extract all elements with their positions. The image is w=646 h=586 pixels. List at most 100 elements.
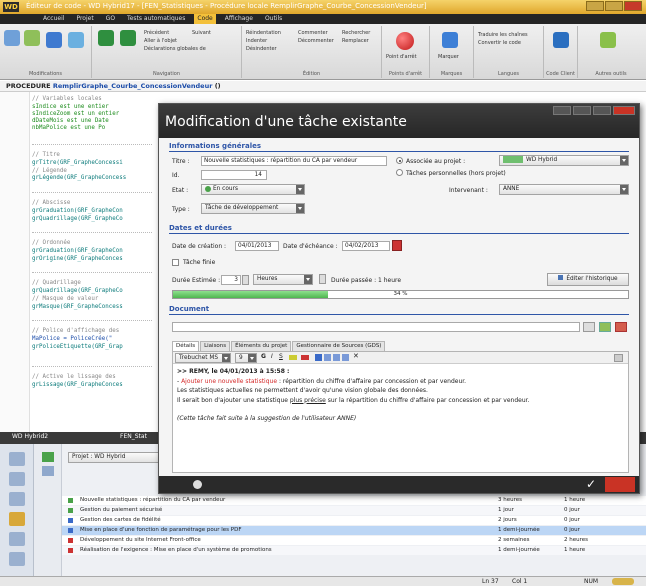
ribbon-tab[interactable]: Tests automatiques [124, 14, 188, 24]
personal-tasks-radio[interactable] [396, 169, 403, 176]
document-path-field[interactable] [172, 322, 580, 332]
code-line[interactable]: grGraduation(GRF_GrapheCon [32, 248, 123, 254]
tab-links[interactable]: Liaisons [200, 341, 231, 351]
code-line[interactable]: grOrigine(GRF_GrapheConces [32, 256, 123, 262]
state-combo[interactable]: En cours [201, 184, 305, 195]
calendar-icon[interactable] [9, 532, 25, 546]
justify-icon[interactable] [342, 354, 349, 361]
task-row[interactable]: Gestion des cartes de fidélité 2 jours 0 j… [62, 516, 646, 525]
align-center-icon[interactable] [324, 354, 331, 361]
code-line[interactable]: grQuadrillage(GRF_GrapheCo [32, 288, 123, 294]
browse-icon[interactable] [583, 322, 595, 332]
italic-button[interactable]: I [271, 353, 273, 360]
ribbon-tab[interactable]: Outils [262, 14, 285, 24]
dialog-menu-button[interactable] [553, 106, 571, 115]
associated-project-radio[interactable] [396, 157, 403, 164]
user-icon[interactable] [9, 512, 25, 526]
settings-icon[interactable] [9, 552, 25, 566]
estimated-spinner[interactable] [242, 275, 249, 285]
code-line[interactable]: grLégende(GRF_GrapheConcess [32, 175, 126, 181]
maximize-button[interactable] [605, 1, 623, 11]
align-right-icon[interactable] [333, 354, 340, 361]
goto-object-icon[interactable] [98, 30, 114, 46]
validate-button[interactable]: ✓ [581, 477, 601, 492]
ajax-icon[interactable] [600, 32, 616, 48]
code-line[interactable]: // Variables locales [32, 96, 102, 102]
code-line[interactable]: // Active le lissage des [32, 374, 116, 380]
ribbon-tab-active[interactable]: Code [194, 14, 216, 24]
help-icon[interactable] [193, 480, 202, 489]
code-line[interactable]: // Abscisse [32, 200, 70, 206]
task-row[interactable]: Développement du site Internet Front-off… [62, 536, 646, 545]
task-row[interactable]: Nouvelle statistiques : répartition du C… [62, 496, 646, 505]
minimize-button[interactable] [586, 1, 604, 11]
dialog-minimize-button[interactable] [573, 106, 591, 115]
pane-title-right[interactable]: FEN_Stat [120, 433, 147, 440]
bold-button[interactable]: G [261, 353, 266, 360]
undo-icon[interactable] [4, 30, 20, 46]
due-date-field[interactable]: 04/02/2013 [342, 241, 390, 251]
code-line[interactable]: dDateMois est une Date [32, 118, 109, 124]
search-button[interactable]: Rechercher [342, 30, 370, 36]
close-window-button[interactable] [624, 1, 642, 11]
convert-code-button[interactable]: Convertir le code [478, 40, 521, 46]
reindent-button[interactable]: Réindentation [246, 30, 281, 36]
task-list-icon[interactable] [9, 472, 25, 486]
declarations-button[interactable]: Déclarations globales de [144, 46, 206, 52]
code-line[interactable]: grQuadrillage(GRF_GrapheCo [32, 216, 123, 222]
text-color-icon[interactable] [301, 355, 309, 360]
created-date-field[interactable]: 04/01/2013 [235, 241, 279, 251]
type-combo[interactable]: Tâche de développement [201, 203, 305, 214]
tab-details[interactable]: Détails [172, 341, 200, 351]
calendar-picker-icon[interactable] [392, 240, 402, 251]
task-row[interactable]: Réalisation de l'exigence : Mise en plac… [62, 546, 646, 555]
dialog-close-button[interactable] [613, 106, 635, 115]
title-field[interactable]: Nouvelle statistiques : répartition du C… [201, 156, 387, 166]
ribbon-tab[interactable]: Projet [73, 14, 96, 24]
underline-button[interactable]: S [279, 353, 283, 360]
code-line[interactable]: nbMaPolice est une Po [32, 125, 105, 131]
code-line[interactable]: sIndiceZoom est un entier [32, 111, 119, 117]
filter-icon[interactable] [42, 466, 54, 476]
new-code-icon[interactable] [553, 32, 569, 48]
replace-button[interactable]: Remplacer [342, 38, 369, 44]
code-line[interactable]: MaPolice = PoliceCrée(" [32, 336, 112, 342]
code-line[interactable]: sIndice est une entier [32, 104, 109, 110]
elapsed-spinner[interactable] [319, 274, 326, 284]
uncomment-button[interactable]: Décommenter [298, 38, 334, 44]
play-icon[interactable] [42, 452, 54, 462]
breakpoint-icon[interactable] [396, 32, 414, 50]
clear-format-icon[interactable]: ✕ [353, 352, 359, 360]
font-size-combo[interactable]: 9 [235, 353, 257, 363]
task-done-checkbox[interactable] [172, 259, 179, 266]
tab-source-manager[interactable]: Gestionnaire de Sources (GDS) [292, 341, 386, 351]
code-icon[interactable] [46, 32, 62, 48]
highlight-color-icon[interactable] [289, 355, 297, 360]
tasks-icon[interactable] [9, 492, 25, 506]
task-row[interactable]: Mise en place d'une fonction de paramétr… [62, 526, 646, 535]
code-line[interactable]: // Titre [32, 152, 60, 158]
code-line[interactable]: grTitre(GRF_GrapheConcessi [32, 160, 123, 166]
translate-strings-button[interactable]: Traduire les chaînes [478, 32, 528, 38]
ribbon-tab[interactable]: Affichage [222, 14, 256, 24]
previous-button[interactable]: Précédent [144, 30, 169, 36]
zoom-indicator-icon[interactable] [612, 578, 634, 585]
code-line[interactable]: grGraduation(GRF_GrapheCon [32, 208, 123, 214]
code-line[interactable]: // Quadrillage [32, 280, 81, 286]
code-line[interactable]: // Masque de valeur [32, 296, 98, 302]
pane-title-left[interactable]: WD Hybrid2 [12, 433, 48, 440]
new-task-icon[interactable] [9, 452, 25, 466]
next-button[interactable]: Suivant [192, 30, 211, 36]
dialog-maximize-button[interactable] [593, 106, 611, 115]
open-document-icon[interactable] [599, 322, 611, 332]
expand-editor-icon[interactable] [614, 354, 623, 362]
cancel-button[interactable] [605, 477, 635, 492]
assignee-combo[interactable]: ANNE [499, 184, 629, 195]
code-line[interactable]: // Légende [32, 168, 67, 174]
ribbon-tab[interactable]: GO [103, 14, 118, 24]
files-icon[interactable] [68, 32, 84, 48]
ribbon-tab[interactable]: Accueil [40, 14, 67, 24]
edit-history-button[interactable]: Éditer l'historique [547, 273, 629, 286]
estimated-field[interactable]: 3 [221, 275, 241, 285]
code-line[interactable]: grLissage(GRF_GrapheConces [32, 382, 123, 388]
